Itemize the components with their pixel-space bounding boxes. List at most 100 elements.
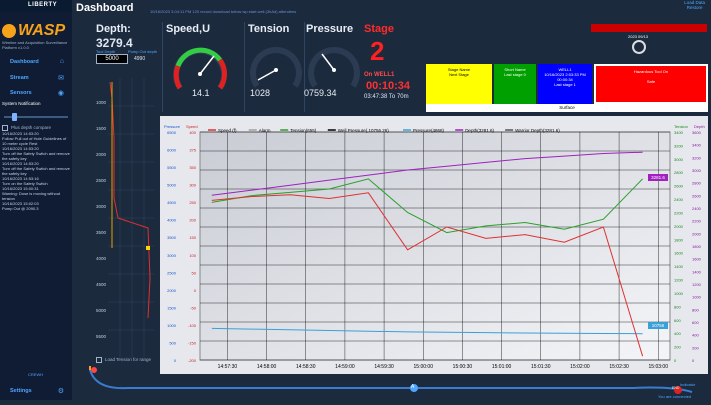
chat-icon[interactable]: ✉ [58, 74, 64, 82]
pressure-title: Pressure [306, 23, 354, 35]
left-tick-label: 4500 [167, 200, 177, 205]
depth-tick-label: 3000 [692, 168, 702, 173]
connection-status: You are connected [658, 394, 692, 399]
timeline-start-marker[interactable] [91, 367, 97, 373]
speed-tick-label: 200 [189, 218, 196, 223]
timeline-marker-a-label: A [411, 384, 415, 390]
ruler-tick-label: 1500 [96, 126, 107, 131]
depth-tick-label: 2400 [692, 206, 702, 211]
left-axis-label: Pressure [164, 124, 181, 129]
depth-tick-label: 2800 [692, 181, 702, 186]
load-tension-checkbox[interactable] [96, 357, 102, 363]
timeline: A END Indicator You are connected [72, 366, 711, 400]
depth-axis-label: Depth [694, 124, 705, 129]
tension-tick-label: 200 [674, 345, 681, 350]
tension-tick-label: 3200 [674, 143, 684, 148]
pump-out-label: Pump Out depth [128, 49, 158, 54]
left-tick-label: 500 [169, 340, 176, 345]
restore-label: Restore [686, 5, 703, 10]
left-tick-label: 6500 [167, 130, 177, 135]
left-tick-label: 4000 [167, 218, 177, 223]
speed-tick-label: 350 [189, 165, 196, 170]
tension-tick-label: 2000 [674, 224, 684, 229]
tension-tick-label: 1400 [674, 264, 684, 269]
depth-title: Depth: [96, 23, 131, 35]
speed-tick-label: 250 [189, 200, 196, 205]
crewh-label: CREWH [28, 372, 44, 377]
left-tick-label: 3500 [167, 235, 177, 240]
ruler-tick-label: 5000 [96, 308, 107, 313]
sidebar: LIBERTY WASP Wireline and Acquisition Su… [0, 0, 72, 400]
speed-value: 14.1 [192, 88, 210, 98]
depth-tick-label: 3600 [692, 130, 702, 135]
tension-tick-label: 400 [674, 331, 681, 336]
pressure-value: 0759.34 [304, 88, 337, 98]
depth-tick-label: 3200 [692, 155, 702, 160]
tension-tick-label: 1000 [674, 291, 684, 296]
depth-tick-label: 200 [692, 345, 699, 350]
speed-tick-label: -150 [188, 340, 197, 345]
tension-tick-label: 1800 [674, 237, 684, 242]
speed-tick-label: -100 [188, 323, 197, 328]
depth-input[interactable]: 5000 [96, 54, 128, 64]
ruler-tick-label: 2000 [96, 152, 107, 157]
speed-tick-label: -200 [188, 358, 197, 363]
alarm-strip [591, 24, 707, 32]
ruler-tick-label: 2500 [96, 178, 107, 183]
tagline: Wireline and Acquisition Surveillance Pl… [2, 40, 68, 50]
stage-number: 2 [370, 36, 385, 66]
tension-tick-label: 2800 [674, 170, 684, 175]
depth-tick-label: 600 [692, 320, 699, 325]
header: Dashboard 10/16/2023 3:04:11 PM 120 reco… [72, 0, 711, 18]
depth-strip-plot [108, 78, 154, 358]
tension-title: Tension [248, 23, 290, 35]
depth-tick-label: 2000 [692, 231, 702, 236]
sensor-icon[interactable]: ◉ [58, 89, 64, 97]
stage-box-next[interactable]: Stage Name Next Stage [426, 64, 492, 104]
speed-axis-label: Speed [186, 124, 198, 129]
speed-tick-label: 100 [189, 253, 196, 258]
tension-axis-label: Tension [674, 124, 688, 129]
stage-box-hazard[interactable]: Hazardous Tool On Safe [594, 64, 708, 104]
wellhead-icon [632, 40, 646, 54]
home-icon[interactable]: ⌂ [60, 58, 64, 65]
main-chart-svg: 14:57:30 14:58:00 14:58:30 14:59:00 14:59:30… [160, 116, 708, 374]
stage-box-well[interactable]: WELL1 10/16/2023 2:53:33 PM 00:00:34 Las… [538, 64, 592, 104]
legend-entry: Pressure(4868) [413, 128, 445, 133]
left-tick-label: 5500 [167, 165, 177, 170]
tension-tick-label: 3400 [674, 130, 684, 135]
legend-entry: Well Pressure(,10756.26) [338, 128, 389, 133]
speed-tick-label: 375 [189, 148, 196, 153]
divider [244, 22, 245, 112]
tension-tick-label: 2400 [674, 197, 684, 202]
stage-box-short[interactable]: Short Name Last stage 0 [494, 64, 536, 104]
legend-entry: Warrior Depth(3281.6) [515, 128, 560, 133]
nav-item-dashboard[interactable]: Dashboard [10, 59, 39, 65]
depth-tick-label: 1000 [692, 295, 702, 300]
well-date: 2023 09/13 [628, 34, 649, 39]
tension-tick-label: 800 [674, 304, 681, 309]
ruler-tick-label: 3500 [96, 230, 107, 235]
load-data-button[interactable]: Load Data Restore [684, 0, 705, 10]
depth-tick-label: 1600 [692, 257, 702, 262]
speed-tick-label: 50 [192, 270, 197, 275]
load-tension-label: Load Tension for range [105, 357, 151, 363]
speed-title: Speed,U [166, 23, 211, 35]
left-tick-label: 2500 [167, 270, 177, 275]
depth-badge-label: 3281.6 [651, 175, 665, 180]
depth-tick-label: 2600 [692, 193, 702, 198]
legend-entry: Depth(3281.6) [465, 128, 494, 133]
nav-item-stream[interactable]: Stream [10, 75, 29, 81]
depth-tick-label: 2200 [692, 219, 702, 224]
ruler-tick-label: 3000 [96, 204, 107, 209]
depth-tick-label: 1200 [692, 282, 702, 287]
gear-icon[interactable]: ⚙ [58, 387, 64, 395]
nav-item-sensors[interactable]: Sensors [10, 90, 32, 96]
speed-tick-label: -50 [190, 305, 197, 310]
left-tick-label: 2000 [167, 288, 177, 293]
load-tension-row[interactable]: Load Tension for range [96, 357, 151, 363]
settings-link[interactable]: Settings [10, 388, 32, 394]
notification-slider-knob[interactable] [12, 113, 17, 121]
divider [304, 22, 305, 112]
stage-timer: 00:10:34 [366, 80, 411, 92]
